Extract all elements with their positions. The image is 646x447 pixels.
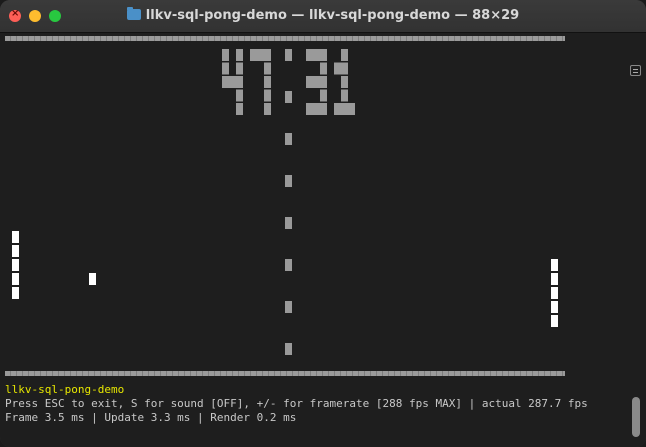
center-net [285, 49, 292, 355]
score-block [313, 103, 320, 115]
score-block [222, 76, 229, 88]
score-block [264, 49, 271, 61]
paddle-block [551, 273, 558, 285]
pong-field [12, 49, 558, 355]
score-block [334, 62, 341, 75]
scroll-menu-icon[interactable] [630, 65, 641, 76]
left-score [222, 49, 271, 115]
right-paddle [551, 259, 558, 327]
score-block [306, 76, 313, 88]
score-block [306, 49, 313, 61]
score-block [320, 76, 327, 88]
paddle-block [551, 259, 558, 271]
scroll-thumb[interactable] [632, 397, 640, 437]
net-segment [285, 259, 292, 271]
score-block [264, 89, 271, 102]
score-block [313, 49, 320, 61]
paddle-block [551, 287, 558, 299]
score-block [348, 103, 355, 115]
right-score [306, 49, 355, 115]
ball [89, 273, 96, 285]
score-block [341, 89, 348, 102]
score-block [229, 76, 236, 88]
folder-icon [126, 7, 141, 20]
score-block [341, 103, 348, 115]
score-block [341, 62, 348, 75]
terminal-window: × llkv-sql-pong-demo — llkv-sql-pong-dem… [0, 0, 646, 447]
paddle-block [12, 231, 19, 243]
net-segment [285, 175, 292, 187]
score-block [222, 62, 229, 75]
paddle-block [12, 287, 19, 299]
net-segment [285, 133, 292, 145]
score-block [320, 49, 327, 61]
paddle-block [12, 259, 19, 271]
score-block [257, 49, 264, 61]
score-block [320, 89, 327, 102]
score-block [264, 76, 271, 88]
terminal-content[interactable]: llkv-sql-pong-demo Press ESC to exit, S … [0, 33, 646, 447]
net-segment [285, 217, 292, 229]
score-block [236, 62, 243, 75]
score-block [306, 103, 313, 115]
score-block [236, 89, 243, 102]
score-block [236, 103, 243, 115]
score-block [334, 103, 341, 115]
window-title-wrap: llkv-sql-pong-demo — llkv-sql-pong-demo … [0, 7, 646, 23]
score-block [222, 49, 229, 61]
net-segment [285, 49, 292, 61]
paddle-block [12, 273, 19, 285]
score-block [264, 103, 271, 115]
score-block [341, 76, 348, 88]
app-name-line: llkv-sql-pong-demo [5, 383, 125, 396]
left-paddle [12, 231, 19, 299]
timing-line: Frame 3.5 ms | Update 3.3 ms | Render 0.… [5, 411, 297, 424]
score-block [236, 76, 243, 88]
net-segment [285, 301, 292, 313]
net-segment [285, 343, 292, 355]
paddle-block [551, 315, 558, 327]
score-block [320, 103, 327, 115]
scrollbar[interactable] [630, 65, 642, 442]
score-block [236, 49, 243, 61]
score-block [320, 62, 327, 75]
paddle-block [551, 301, 558, 313]
title-bar[interactable]: × llkv-sql-pong-demo — llkv-sql-pong-dem… [0, 0, 646, 33]
net-segment [285, 91, 292, 103]
score-block [313, 76, 320, 88]
score-block [250, 49, 257, 61]
paddle-block [12, 245, 19, 257]
score-block [264, 62, 271, 75]
window-title: llkv-sql-pong-demo — llkv-sql-pong-demo … [145, 8, 520, 23]
score-block [341, 49, 348, 61]
help-line: Press ESC to exit, S for sound [OFF], +/… [5, 397, 588, 410]
